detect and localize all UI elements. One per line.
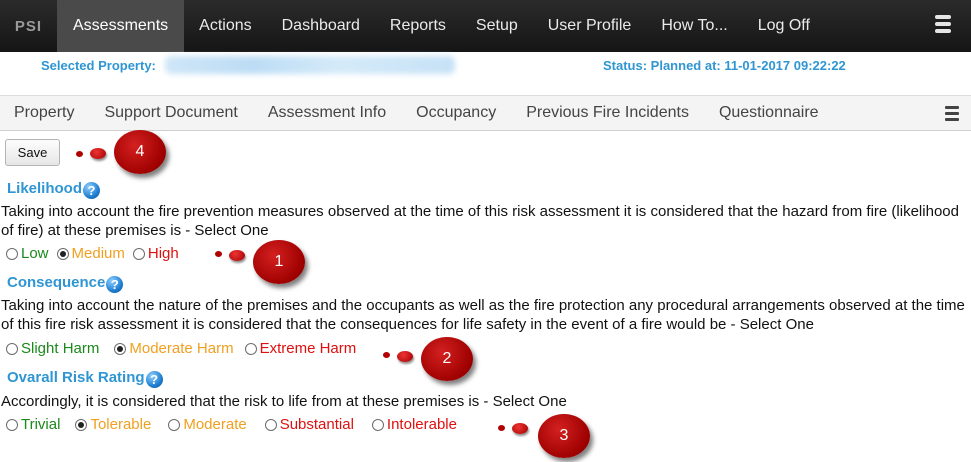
likelihood-heading: Likelihood? [7, 180, 100, 199]
option-label: Trivial [21, 416, 61, 433]
option-label: Extreme Harm [259, 340, 357, 357]
brand-logo[interactable]: PSI [0, 0, 57, 52]
tab-occupancy[interactable]: Occupancy [401, 104, 511, 122]
radio-button[interactable] [114, 342, 127, 355]
option-label: Moderate [183, 416, 247, 433]
overall-risk-heading: Ovarall Risk Rating? [7, 369, 163, 388]
callout-badge-1: 1 [253, 240, 305, 284]
callout-dot [383, 352, 390, 358]
radio-button[interactable] [371, 418, 384, 431]
top-nav: PSI Assessments Actions Dashboard Report… [0, 0, 971, 52]
option-label: Intolerable [386, 416, 457, 433]
callout-badge-2: 2 [421, 337, 473, 381]
nav-how-to[interactable]: How To... [646, 0, 742, 52]
radio-button[interactable] [244, 342, 257, 355]
tab-questionnaire[interactable]: Questionnaire [704, 104, 834, 122]
nav-assessments[interactable]: Assessments [57, 0, 185, 52]
radio-button[interactable] [75, 418, 88, 431]
callout-dot [76, 151, 83, 157]
tab-previous-fire-incidents[interactable]: Previous Fire Incidents [511, 104, 704, 122]
status-text: Status: Planned at: 11-01-2017 09:22:22 [603, 58, 846, 73]
tab-support-document[interactable]: Support Document [89, 104, 252, 122]
likelihood-option-low[interactable]: Low [6, 245, 49, 262]
radio-button[interactable] [6, 342, 18, 355]
option-label: Medium [71, 245, 125, 262]
likelihood-option-medium[interactable]: Medium [56, 245, 125, 262]
option-label: Substantial [279, 416, 354, 433]
property-name-redacted [165, 56, 455, 74]
overall-risk-options: Trivial Tolerable Moderate Substantial Intol… [6, 416, 457, 433]
nav-reports[interactable]: Reports [375, 0, 461, 52]
radio-button[interactable] [56, 247, 69, 260]
hamburger-icon[interactable] [945, 106, 959, 124]
callout-pointer [397, 351, 413, 362]
likelihood-option-high[interactable]: High [132, 245, 179, 262]
option-label: Slight Harm [21, 340, 100, 357]
overall-risk-heading-text: Ovarall Risk Rating [7, 369, 145, 386]
radio-button[interactable] [168, 418, 181, 431]
overall-option-moderate[interactable]: Moderate [168, 416, 247, 433]
hamburger-icon[interactable] [935, 15, 951, 36]
callout-dot [215, 251, 222, 257]
likelihood-heading-text: Likelihood [7, 180, 82, 197]
option-label: Low [21, 245, 49, 262]
radio-button[interactable] [264, 418, 277, 431]
radio-button[interactable] [6, 418, 18, 431]
radio-button[interactable] [132, 247, 145, 260]
help-icon[interactable]: ? [83, 182, 100, 199]
help-icon[interactable]: ? [145, 371, 163, 388]
nav-dashboard[interactable]: Dashboard [267, 0, 375, 52]
overall-risk-description: Accordingly, it is considered that the r… [1, 393, 567, 410]
callout-pointer [229, 250, 245, 261]
overall-option-substantial[interactable]: Substantial [264, 416, 354, 433]
callout-pointer [512, 423, 528, 434]
nav-setup[interactable]: Setup [461, 0, 533, 52]
overall-option-tolerable[interactable]: Tolerable [75, 416, 151, 433]
overall-option-trivial[interactable]: Trivial [6, 416, 60, 433]
consequence-option-moderate-harm[interactable]: Moderate Harm [114, 340, 234, 357]
save-button[interactable]: Save [5, 139, 60, 166]
callout-badge-3: 3 [538, 414, 590, 458]
likelihood-options: Low Medium High [6, 245, 179, 262]
selected-property-label: Selected Property: [41, 58, 156, 73]
option-label: High [147, 245, 179, 262]
option-label: Moderate Harm [129, 340, 234, 357]
consequence-option-extreme-harm[interactable]: Extreme Harm [244, 340, 357, 357]
overall-option-intolerable[interactable]: Intolerable [371, 416, 457, 433]
consequence-heading: Consequence? [7, 274, 124, 293]
option-label: Tolerable [90, 416, 152, 433]
callout-dot [498, 425, 505, 431]
consequence-option-slight-harm[interactable]: Slight Harm [6, 340, 99, 357]
nav-actions[interactable]: Actions [184, 0, 266, 52]
tab-property[interactable]: Property [0, 104, 89, 122]
consequence-options: Slight Harm Moderate Harm Extreme Harm [6, 340, 356, 357]
radio-button[interactable] [6, 247, 18, 260]
callout-badge-4: 4 [114, 130, 166, 174]
nav-log-off[interactable]: Log Off [743, 0, 825, 52]
likelihood-description: Taking into account the fire prevention … [1, 203, 959, 239]
sub-tabs: Property Support Document Assessment Inf… [0, 95, 971, 131]
tab-assessment-info[interactable]: Assessment Info [253, 104, 401, 122]
nav-user-profile[interactable]: User Profile [533, 0, 647, 52]
callout-pointer [90, 148, 106, 159]
consequence-description: Taking into account the nature of the pr… [1, 297, 965, 333]
help-icon[interactable]: ? [106, 276, 124, 293]
consequence-heading-text: Consequence [7, 274, 106, 291]
